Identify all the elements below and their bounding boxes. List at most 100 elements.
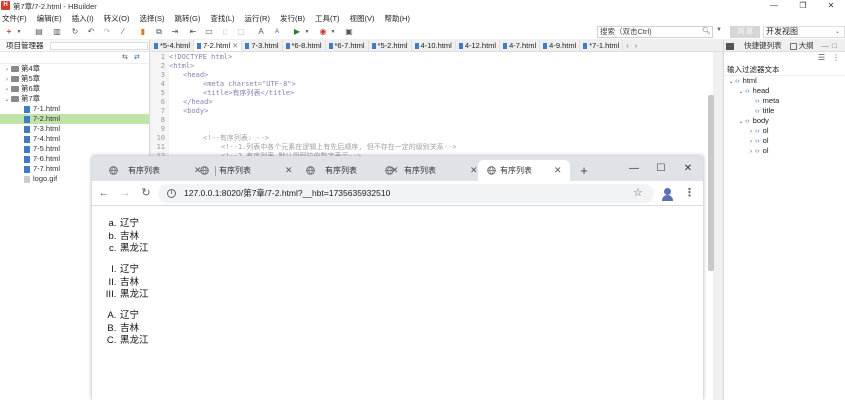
tab-scroll-right-icon[interactable]: › — [632, 40, 641, 51]
menu-view[interactable]: 视图(V) — [350, 12, 375, 25]
browser-tab[interactable]: 有序列表 ✕ — [191, 160, 307, 181]
close-tab-icon[interactable]: ✕ — [285, 160, 293, 181]
browser-tab[interactable]: 有序列表 ✕ — [376, 160, 492, 181]
new-tab-button[interactable]: + — [576, 160, 592, 181]
tree-folder-ch6[interactable]: › 第6章 — [0, 84, 149, 94]
run-icon[interactable]: ▶ — [292, 27, 302, 37]
address-bar[interactable]: i 127.0.0.1:8020/第7章/7-2.html?__hbt=1735… — [158, 184, 654, 203]
tree-file-7-4[interactable]: 7-4.html — [0, 134, 149, 144]
editor-tab[interactable]: *5-2.html — [369, 40, 412, 51]
editor-tab[interactable]: *6-8.html — [283, 40, 326, 51]
browse-mode-chip[interactable]: 浏 览 — [730, 26, 760, 38]
dom-node-ol[interactable]: › ‹› ol — [724, 136, 845, 146]
search-dropdown-icon[interactable]: ▼ — [716, 27, 722, 33]
menu-escape[interactable]: 转义(O) — [104, 12, 130, 25]
save-all-icon[interactable]: ▥ — [52, 27, 62, 37]
kebab-menu-icon[interactable]: ⋮ — [684, 185, 695, 201]
close-icon[interactable]: ✕ — [817, 0, 845, 12]
tab-shortcut-list[interactable]: 快捷键列表 — [742, 41, 782, 50]
collapse-all-icon[interactable]: ⇆ — [122, 53, 128, 61]
run-dropdown-icon[interactable]: ▼ — [302, 27, 312, 37]
preview-icon[interactable]: ▢ — [236, 27, 246, 37]
format-icon[interactable]: ⁄ — [118, 27, 128, 37]
bookmark-star-icon[interactable]: ☆ — [633, 184, 643, 203]
back-arrow-icon[interactable]: ← — [96, 185, 112, 201]
dom-node-html[interactable]: ⌄‹› html — [724, 76, 845, 86]
site-info-icon[interactable]: i — [167, 189, 176, 198]
close-tab-icon[interactable]: ✕ — [232, 41, 238, 50]
indent-icon[interactable]: ⇥ — [170, 27, 180, 37]
editor-tab[interactable]: *7-1.html — [580, 40, 624, 51]
editor-tab[interactable]: 4-9.html — [540, 40, 581, 51]
editor-tab[interactable]: 7-3.html — [242, 40, 283, 51]
menu-insert[interactable]: 插入(I) — [72, 12, 94, 25]
search-icon[interactable]: 🔍︎ — [702, 27, 711, 35]
minimize-panel-icon[interactable]: — — [822, 40, 830, 52]
forward-arrow-icon[interactable]: → — [117, 185, 133, 201]
redo-icon[interactable]: ↷ — [102, 27, 112, 37]
editor-tab[interactable]: *6-7.html — [326, 40, 369, 51]
split-icon[interactable]: ▯ — [220, 27, 230, 37]
menu-select[interactable]: 选择(S) — [140, 12, 165, 25]
tab-scroll-left-icon[interactable]: ‹ — [623, 40, 632, 51]
menu-find[interactable]: 查找(L) — [210, 12, 234, 25]
list-view-icon[interactable]: ☰ — [818, 53, 825, 62]
bookmark-icon[interactable]: ▮ — [138, 27, 148, 37]
tree-file-7-2[interactable]: 7-2.html — [0, 114, 149, 124]
dom-node-meta[interactable]: ‹› meta — [724, 96, 845, 106]
close-tab-icon[interactable]: ✕ — [554, 160, 562, 181]
view-mode-select[interactable]: 开发视图 ⌄ — [763, 26, 845, 38]
chevron-down-icon[interactable]: ⌄ — [727, 77, 735, 87]
menu-edit[interactable]: 编辑(E) — [37, 12, 62, 25]
browser-tab-active[interactable]: 有序列表 ✕ — [478, 160, 570, 181]
browser-dropdown-icon[interactable]: ▼ — [328, 27, 338, 37]
menu-help[interactable]: 帮助(H) — [385, 12, 410, 25]
copy-icon[interactable]: ⧉ — [154, 27, 164, 37]
save-icon[interactable]: ▤ — [34, 27, 44, 37]
chevron-down-icon[interactable]: ⌄ — [737, 87, 745, 97]
dom-node-body[interactable]: ⌄‹› body — [724, 116, 845, 126]
undo-icon[interactable]: ↶ — [86, 27, 96, 37]
tree-file-7-5[interactable]: 7-5.html — [0, 144, 149, 154]
link-editor-icon[interactable]: ⇄ — [134, 53, 140, 61]
outdent-icon[interactable]: ⇤ — [188, 27, 198, 37]
close-tab-icon[interactable]: ✕ — [470, 160, 478, 181]
tree-file-7-3[interactable]: 7-3.html — [0, 124, 149, 134]
minimize-icon[interactable]: — — [621, 160, 647, 177]
project-filter-input[interactable] — [50, 42, 148, 50]
editor-tab[interactable]: 4-12.html — [456, 40, 501, 51]
menu-publish[interactable]: 发行(B) — [280, 12, 305, 25]
editor-tab[interactable]: 4-7.html — [500, 40, 541, 51]
maximize-icon[interactable]: ☐ — [648, 160, 674, 177]
editor-tab[interactable]: 4-10.html — [412, 40, 456, 51]
browser-icon[interactable]: ◉ — [318, 27, 328, 37]
menu-tools[interactable]: 工具(T) — [315, 12, 340, 25]
url-text[interactable]: 127.0.0.1:8020/第7章/7-2.html?__hbt=173563… — [184, 184, 390, 203]
tree-folder-ch5[interactable]: › 第5章 — [0, 74, 149, 84]
menu-goto[interactable]: 跳转(G) — [175, 12, 201, 25]
tree-folder-ch4[interactable]: › 第4章 — [0, 64, 149, 74]
editor-scrollbar[interactable] — [708, 95, 714, 271]
editor-tab-active[interactable]: 7-2.html ✕ — [194, 40, 243, 51]
new-file-icon[interactable]: + — [4, 27, 14, 37]
maximize-panel-icon[interactable]: □ — [832, 40, 837, 52]
chevron-right-icon[interactable]: › — [747, 147, 755, 157]
tree-folder-ch7[interactable]: ⌄ 第7章 — [0, 94, 149, 104]
profile-avatar-icon[interactable] — [660, 186, 675, 201]
reload-icon[interactable]: ↻ — [138, 185, 154, 201]
comment-icon[interactable]: ▭ — [204, 27, 214, 37]
dom-node-title[interactable]: ‹› title — [724, 106, 845, 116]
maximize-icon[interactable]: ❐ — [789, 0, 817, 12]
dom-node-ol[interactable]: › ‹› ol — [724, 146, 845, 156]
refresh-icon[interactable]: ↻ — [70, 27, 80, 37]
menu-run[interactable]: 运行(R) — [245, 12, 270, 25]
dom-node-ol[interactable]: › ‹› ol — [724, 126, 845, 136]
tab-outline[interactable]: 大纲 — [799, 41, 814, 50]
more-icon[interactable]: ⋮ — [832, 53, 840, 62]
editor-tab[interactable]: *5-4.html — [151, 40, 195, 51]
dom-node-head[interactable]: ⌄‹› head — [724, 86, 845, 96]
tree-file-7-1[interactable]: 7-1.html — [0, 104, 149, 114]
font-smaller-icon[interactable]: A — [272, 27, 282, 37]
debug-icon[interactable]: ▣ — [344, 27, 354, 37]
chevron-down-icon[interactable]: ⌄ — [737, 117, 745, 127]
